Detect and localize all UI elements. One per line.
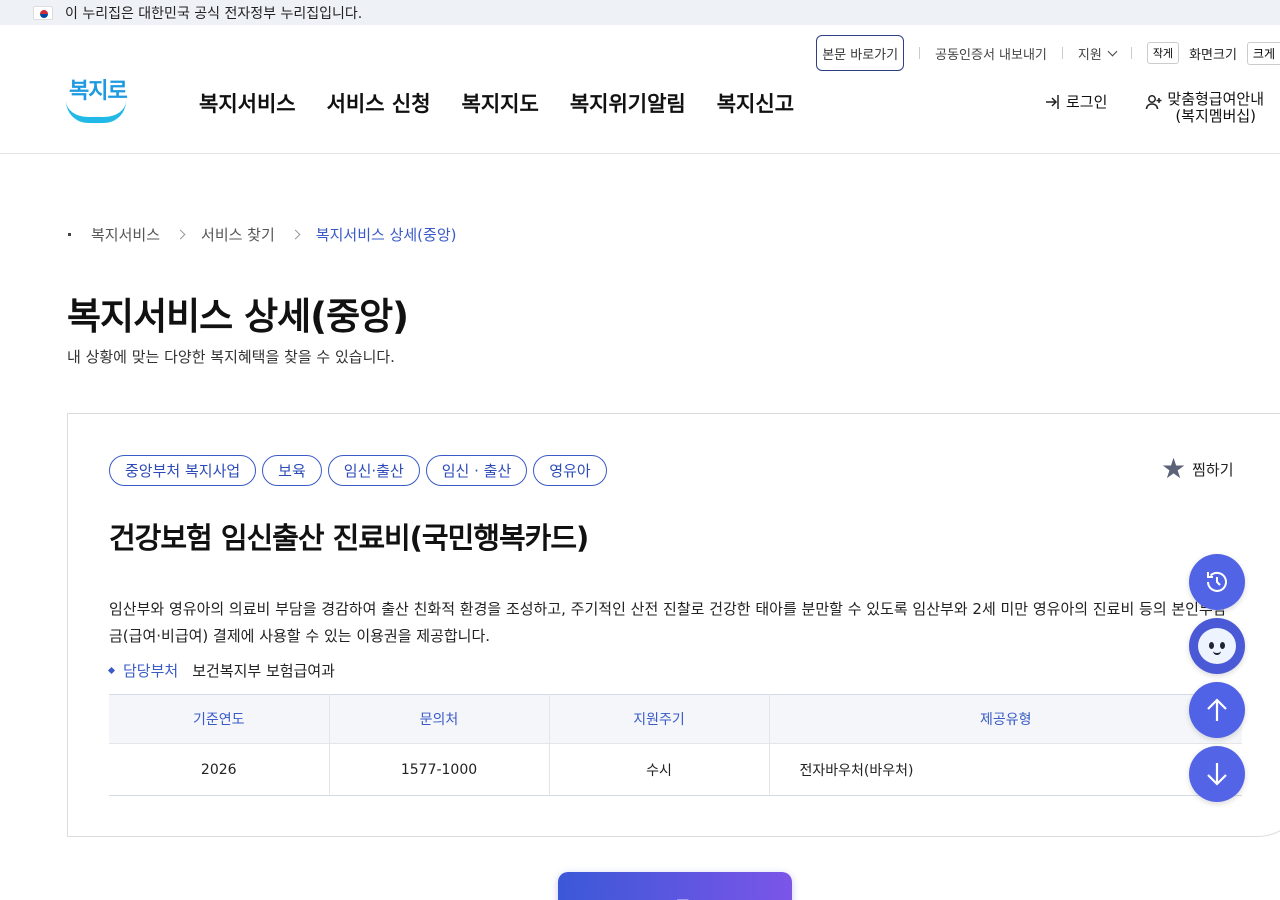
- diamond-bullet-icon: [107, 666, 116, 675]
- gov-banner-text: 이 누리집은 대한민국 공식 전자정부 누리집입니다.: [65, 5, 363, 22]
- site-header: 본문 바로가기 공동인증서 내보내기 지원 작게 화면크기 크게 복지로 복지서…: [0, 25, 1280, 154]
- service-title: 건강보험 임신출산 진료비(국민행복카드): [109, 521, 589, 555]
- chevron-right-icon: [175, 229, 186, 240]
- chevron-down-icon: [1107, 46, 1118, 57]
- font-large-button[interactable]: 크게: [1246, 41, 1280, 65]
- tag-item[interactable]: 중앙부처 복지사업: [109, 455, 257, 486]
- cert-export-link[interactable]: 공동인증서 내보내기: [935, 44, 1047, 63]
- table-cell-cycle: 수시: [549, 743, 770, 796]
- arrow-up-icon: [1207, 698, 1227, 721]
- table-header-row: 기준연도 문의처 지원주기 제공유형: [109, 694, 1242, 744]
- page-description: 내 상황에 맞는 다양한 복지혜택을 찾을 수 있습니다.: [67, 348, 395, 366]
- table-header-type: 제공유형: [769, 694, 1242, 744]
- support-dropdown[interactable]: 지원: [1077, 44, 1118, 63]
- tag-item[interactable]: 보육: [262, 455, 322, 486]
- bokjiro-logo[interactable]: 복지로: [66, 73, 128, 125]
- support-label: 지원: [1077, 47, 1102, 63]
- tag-item[interactable]: 임신·출산: [327, 455, 420, 486]
- chatbot-mascot-icon: [1198, 628, 1236, 664]
- department-value: 보건복지부 보험급여과: [192, 662, 335, 680]
- logo-smile-icon: [66, 101, 126, 123]
- tag-item[interactable]: 영유아: [533, 455, 607, 486]
- scroll-bottom-button[interactable]: [1189, 746, 1245, 802]
- login-button[interactable]: 로그인: [1044, 91, 1107, 112]
- table-header-cycle: 지원주기: [549, 694, 770, 744]
- main-nav: 복지서비스 서비스 신청 복지지도 복지위기알림 복지신고: [199, 88, 794, 118]
- table-header-contact: 문의처: [329, 694, 550, 744]
- login-icon: [1045, 95, 1059, 109]
- breadcrumb-current: 복지서비스 상세(중앙): [315, 226, 457, 244]
- table-header-year: 기준연도: [109, 694, 330, 744]
- chevron-right-icon: [290, 229, 301, 240]
- home-dot-icon: [68, 233, 71, 236]
- nav-item-welfare-report[interactable]: 복지신고: [717, 88, 794, 118]
- service-detail-card: 중앙부처 복지사업 보육 임신·출산 임신 · 출산 영유아 ★ 찜하기 건강보…: [67, 413, 1280, 837]
- font-small-button[interactable]: 작게: [1146, 42, 1180, 64]
- user-add-icon: [1146, 95, 1162, 110]
- table-cell-contact: 1577-1000: [329, 743, 550, 796]
- nav-item-welfare-service[interactable]: 복지서비스: [199, 88, 296, 118]
- membership-label-line2: (복지멤버십): [1175, 107, 1257, 125]
- tag-item[interactable]: 임신 · 출산: [425, 455, 528, 486]
- membership-button[interactable]: 맞춤형급여안내 (복지멤버십): [1145, 91, 1264, 125]
- tag-list: 중앙부처 복지사업 보육 임신·출산 임신 · 출산 영유아: [109, 455, 607, 486]
- history-icon: [1207, 571, 1227, 592]
- page-title: 복지서비스 상세(중앙): [67, 295, 409, 338]
- nav-item-service-apply[interactable]: 서비스 신청: [327, 88, 431, 118]
- breadcrumb-item-service-search[interactable]: 서비스 찾기: [201, 224, 275, 245]
- scroll-top-button[interactable]: [1189, 682, 1245, 738]
- arrow-down-icon: [1207, 763, 1227, 786]
- favorite-button[interactable]: ★ 찜하기: [1161, 455, 1234, 483]
- table-row: 2026 1577-1000 수시 전자바우처(바우처): [109, 743, 1242, 796]
- list-button[interactable]: 목록: [558, 872, 792, 900]
- recent-history-button[interactable]: [1189, 554, 1245, 610]
- skip-to-content-link[interactable]: 본문 바로가기: [816, 35, 905, 71]
- login-label: 로그인: [1065, 93, 1108, 111]
- service-info-table: 기준연도 문의처 지원주기 제공유형 2026 1577-1000 수시 전자바…: [109, 694, 1242, 796]
- membership-label-line1: 맞춤형급여안내: [1167, 90, 1264, 108]
- font-size-label: 화면크기: [1189, 47, 1237, 63]
- table-cell-type: 전자바우처(바우처): [769, 743, 1242, 796]
- star-icon: ★: [1161, 452, 1187, 485]
- breadcrumb: 복지서비스 서비스 찾기 복지서비스 상세(중앙): [68, 224, 456, 245]
- table-cell-year: 2026: [109, 743, 330, 796]
- favorite-label: 찜하기: [1192, 460, 1234, 479]
- department-info: 담당부처 보건복지부 보험급여과: [107, 660, 335, 681]
- nav-item-crisis-alert[interactable]: 복지위기알림: [570, 88, 686, 118]
- chatbot-button[interactable]: [1189, 618, 1245, 674]
- gov-banner: 이 누리집은 대한민국 공식 전자정부 누리집입니다.: [0, 0, 1280, 25]
- department-label: 담당부처: [123, 662, 179, 680]
- breadcrumb-item-welfare-service[interactable]: 복지서비스: [91, 224, 160, 245]
- service-description: 임산부와 영유아의 의료비 부담을 경감하여 출산 친화적 환경을 조성하고, …: [109, 600, 1227, 645]
- nav-item-welfare-map[interactable]: 복지지도: [462, 88, 539, 118]
- member-menu: 로그인 맞춤형급여안내 (복지멤버십): [1044, 91, 1264, 125]
- utility-bar: 본문 바로가기 공동인증서 내보내기 지원 작게 화면크기 크게: [816, 35, 1280, 71]
- korea-flag-icon: [33, 5, 53, 20]
